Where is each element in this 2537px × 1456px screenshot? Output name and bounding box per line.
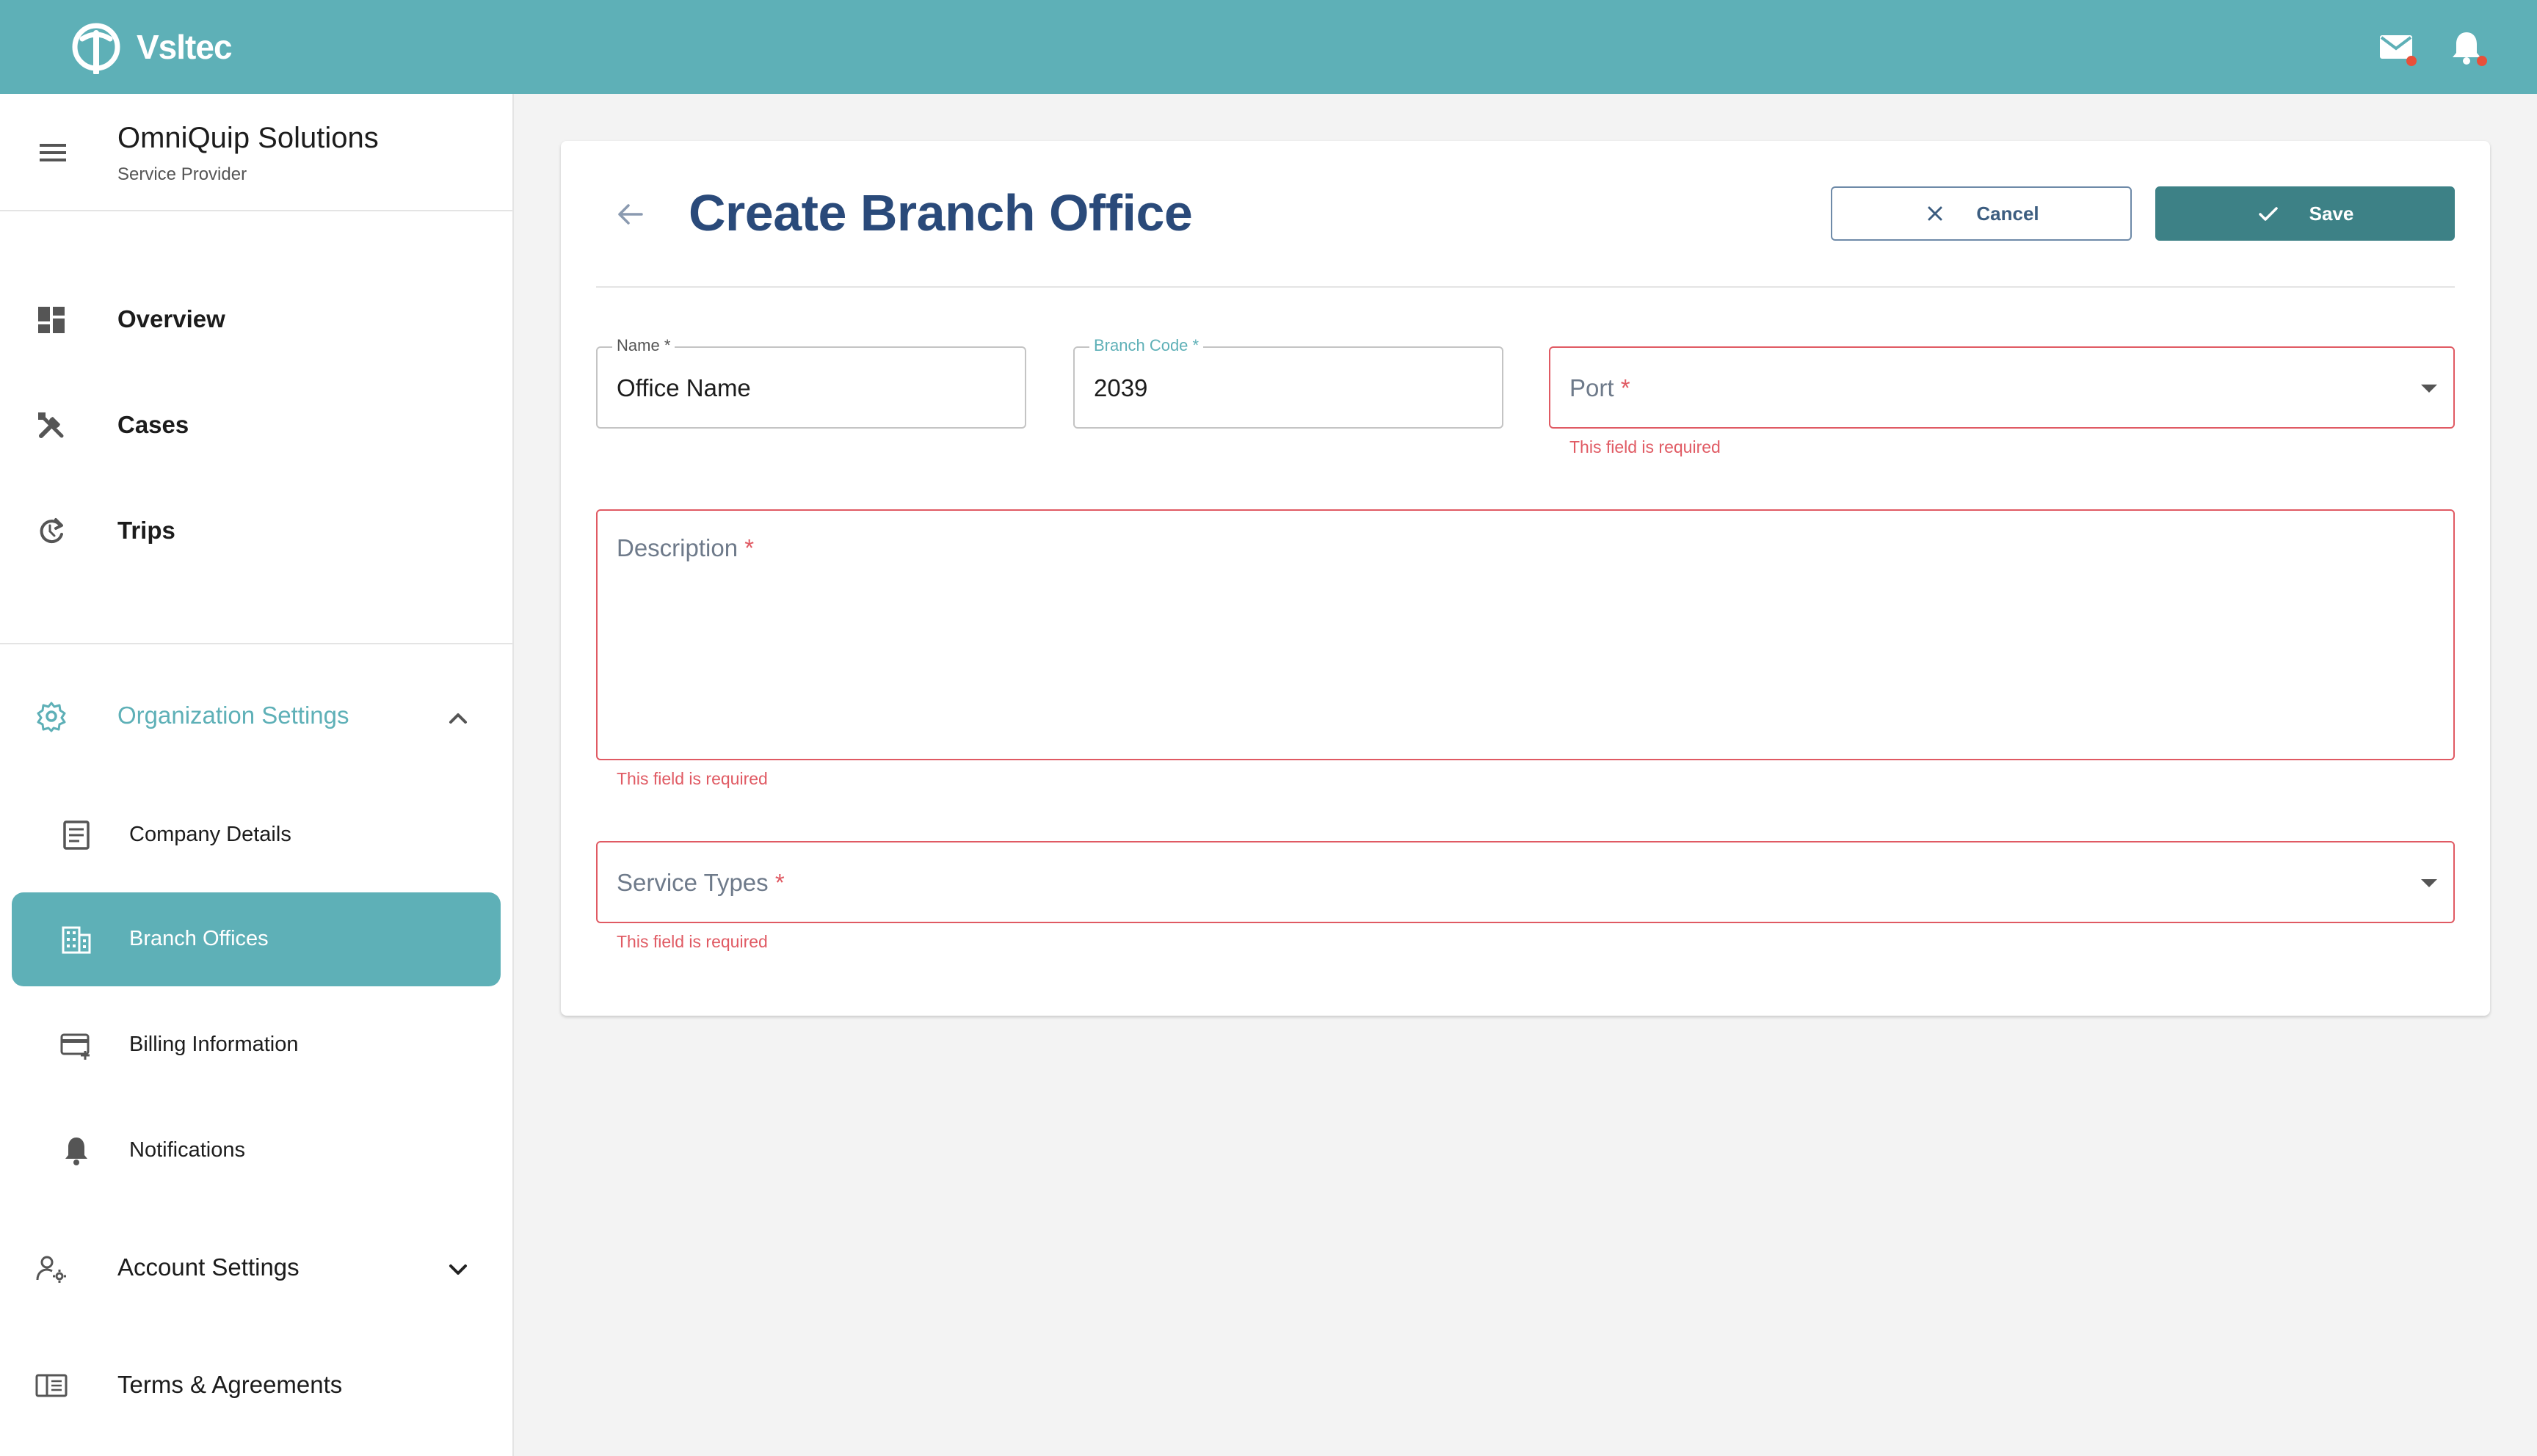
create-branch-card: Create Branch Office Cancel Save Name * … bbox=[561, 141, 2490, 1016]
org-header: OmniQuip Solutions Service Provider bbox=[0, 94, 512, 211]
org-role: Service Provider bbox=[117, 164, 247, 184]
mail-unread-dot bbox=[2406, 56, 2417, 66]
sidebar-item-company-details[interactable]: Company Details bbox=[12, 788, 501, 882]
refresh-icon bbox=[40, 518, 63, 544]
org-name: OmniQuip Solutions bbox=[117, 122, 379, 154]
building-icon bbox=[62, 926, 91, 954]
service-types-placeholder: Service Types * bbox=[617, 869, 785, 896]
nav-label: Overview bbox=[117, 305, 225, 332]
sidebar-item-label: Branch Offices bbox=[129, 927, 269, 950]
nav-label: Cases bbox=[117, 411, 189, 438]
port-error: This field is required bbox=[1569, 437, 1721, 456]
port-placeholder: Port * bbox=[1569, 374, 1630, 401]
document-icon bbox=[63, 820, 90, 850]
user-settings-icon bbox=[36, 1256, 66, 1283]
save-button[interactable]: Save bbox=[2155, 186, 2455, 241]
name-value: Office Name bbox=[617, 374, 751, 401]
sidebar-item-billing-information[interactable]: Billing Information bbox=[12, 998, 501, 1092]
sidebar-divider bbox=[0, 643, 512, 644]
back-arrow-icon[interactable] bbox=[614, 198, 646, 230]
branch-code-value: 2039 bbox=[1094, 374, 1148, 401]
account-settings-label: Account Settings bbox=[117, 1253, 300, 1281]
sidebar-item-notifications[interactable]: Notifications bbox=[12, 1104, 501, 1198]
org-settings-toggle[interactable]: Organization Settings bbox=[0, 680, 512, 753]
sidebar-item-label: Notifications bbox=[129, 1138, 245, 1162]
nav-label: Trips bbox=[117, 517, 175, 544]
brand-name: Vsltec bbox=[137, 28, 233, 66]
name-label: Name * bbox=[612, 336, 675, 355]
close-icon bbox=[1928, 206, 1942, 221]
cancel-label: Cancel bbox=[1976, 202, 2039, 225]
service-types-error: This field is required bbox=[617, 932, 768, 951]
brand-logo[interactable]: Vsltec bbox=[70, 19, 233, 75]
sidebar-item-label: Company Details bbox=[129, 823, 291, 846]
chevron-up-icon bbox=[449, 713, 467, 724]
name-field[interactable]: Name * Office Name bbox=[596, 336, 1026, 429]
branch-code-field[interactable]: Branch Code * 2039 bbox=[1073, 336, 1503, 429]
terms-label: Terms & Agreements bbox=[117, 1371, 343, 1398]
port-select[interactable]: Port * bbox=[1549, 346, 2455, 429]
nav-item-terms[interactable]: Terms & Agreements bbox=[0, 1349, 512, 1422]
cancel-button[interactable]: Cancel bbox=[1831, 186, 2132, 241]
description-placeholder: Description * bbox=[617, 534, 755, 561]
service-types-select[interactable]: Service Types * bbox=[596, 841, 2455, 923]
header-divider bbox=[596, 286, 2455, 288]
description-field[interactable]: Description * bbox=[596, 509, 2455, 760]
chevron-down-icon bbox=[449, 1264, 467, 1275]
sidebar-item-branch-offices[interactable]: Branch Offices bbox=[12, 892, 501, 986]
notification-dot bbox=[2477, 56, 2487, 66]
caret-down-icon bbox=[2421, 879, 2437, 887]
branch-code-label: Branch Code * bbox=[1089, 336, 1204, 355]
nav-item-cases[interactable]: Cases bbox=[0, 389, 512, 462]
description-error: This field is required bbox=[617, 769, 768, 788]
sidebar: OmniQuip Solutions Service Provider Over… bbox=[0, 94, 514, 1456]
save-label: Save bbox=[2309, 202, 2354, 225]
org-settings-label: Organization Settings bbox=[117, 702, 349, 729]
sidebar-item-label: Billing Information bbox=[129, 1033, 299, 1056]
gear-icon bbox=[37, 702, 66, 732]
logo-icon bbox=[72, 23, 120, 74]
check-icon bbox=[2258, 207, 2278, 221]
nav-item-overview[interactable]: Overview bbox=[0, 283, 512, 357]
book-icon bbox=[35, 1374, 68, 1397]
bell-icon[interactable] bbox=[2447, 28, 2487, 66]
bell-icon bbox=[65, 1138, 87, 1165]
dashboard-icon bbox=[38, 307, 65, 333]
tools-icon bbox=[38, 412, 64, 438]
top-bar: Vsltec bbox=[0, 0, 2537, 94]
nav-item-trips[interactable]: Trips bbox=[0, 495, 512, 568]
credit-card-icon bbox=[60, 1033, 90, 1060]
hamburger-menu-icon[interactable] bbox=[37, 139, 69, 166]
account-settings-toggle[interactable]: Account Settings bbox=[0, 1231, 512, 1305]
caret-down-icon bbox=[2421, 385, 2437, 393]
mail-icon[interactable] bbox=[2377, 28, 2417, 66]
page-title: Create Branch Office bbox=[689, 184, 1193, 241]
